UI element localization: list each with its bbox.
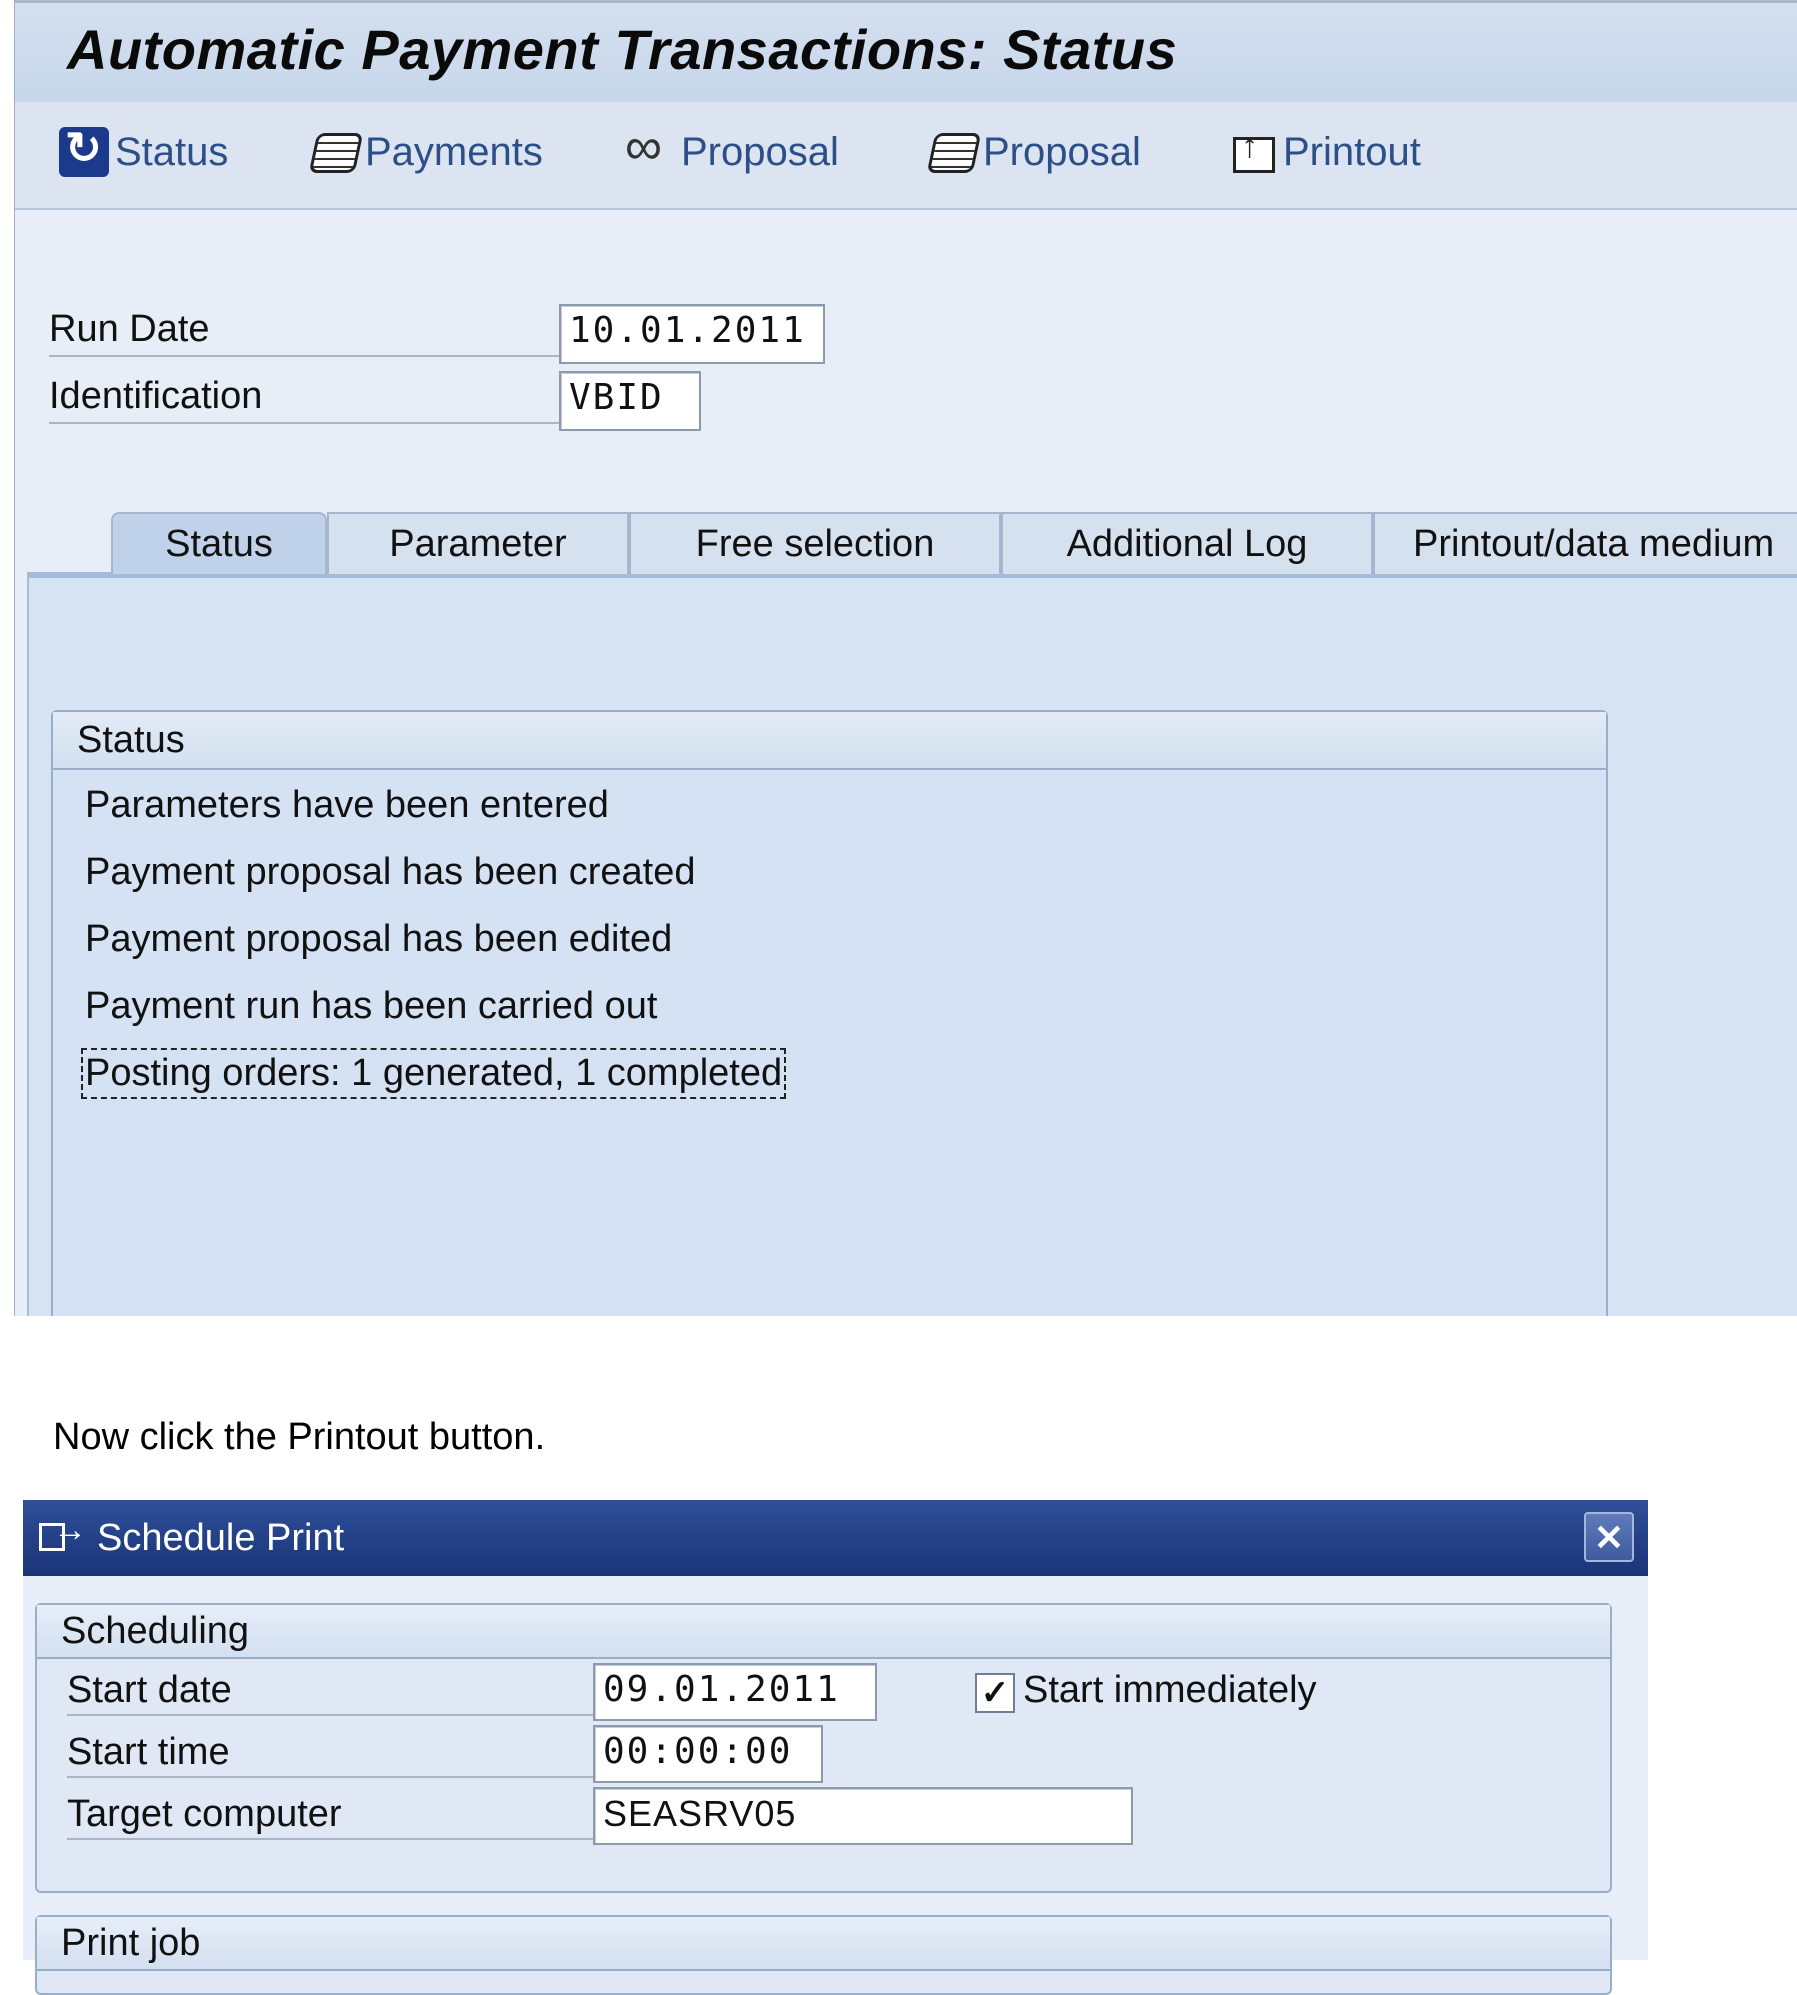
status-line-proposal-edited: Payment proposal has been edited [85,918,673,960]
tab-strip: Status Parameter Free selection Addition… [27,512,1797,582]
target-computer-label: Target computer [67,1793,607,1840]
application-toolbar: Status Payments Proposal Proposal Printo… [15,102,1797,210]
title-bar: Automatic Payment Transactions: Status [15,0,1797,106]
status-group-box: Status Parameters have been entered Paym… [51,710,1608,1316]
printout-button-label: Printout [1283,129,1421,174]
tab-free-selection[interactable]: Free selection [629,512,1001,574]
glasses-icon [625,117,675,177]
target-computer-field[interactable]: SEASRV05 [593,1787,1133,1845]
start-immediately-label: Start immediately [1023,1669,1317,1711]
run-date-label: Run Date [49,308,579,357]
run-date-field[interactable]: 10.01.2011 [559,304,825,364]
printout-button[interactable]: Printout [1227,122,1421,182]
start-immediately-checkbox[interactable]: ✓ [975,1673,1015,1713]
payments-button[interactable]: Payments [309,122,543,182]
start-time-label: Start time [67,1731,607,1778]
status-line-run-carried-out: Payment run has been carried out [85,985,658,1027]
dialog-title-bar: Schedule Print ✕ [23,1500,1648,1576]
payments-button-label: Payments [365,129,543,174]
status-button-label: Status [115,129,229,174]
identification-label: Identification [49,375,579,424]
sap-main-screen: Automatic Payment Transactions: Status S… [14,0,1797,1316]
close-button[interactable]: ✕ [1584,1512,1634,1562]
status-line-proposal-created: Payment proposal has been created [85,851,696,893]
print-job-group-box: Print job [35,1915,1612,1995]
start-time-field[interactable]: 00:00:00 [593,1725,823,1783]
dialog-window-icon [39,1511,87,1555]
schedule-print-dialog: Schedule Print ✕ Scheduling Start date 0… [23,1500,1648,1995]
display-proposal-label: Proposal [681,129,839,174]
refresh-icon [59,123,109,177]
print-job-group-title: Print job [37,1917,1610,1971]
start-date-field[interactable]: 09.01.2011 [593,1663,877,1721]
instruction-text: Now click the Printout button. [53,1416,546,1458]
edit-proposal-button[interactable]: Proposal [927,122,1141,182]
status-line-posting-orders[interactable]: Posting orders: 1 generated, 1 completed [80,1048,787,1099]
page-title: Automatic Payment Transactions: Status [67,18,1178,81]
display-proposal-button[interactable]: Proposal [625,117,839,182]
scheduling-group-box: Scheduling Start date 09.01.2011 ✓ Start… [35,1603,1612,1893]
start-date-label: Start date [67,1669,607,1716]
scroll-icon [927,127,977,177]
scroll-icon [309,127,359,177]
edit-proposal-label: Proposal [983,129,1141,174]
print-icon [1227,127,1277,177]
status-button[interactable]: Status [59,122,228,182]
tab-additional-log[interactable]: Additional Log [1001,512,1373,574]
tab-printout-data-medium[interactable]: Printout/data medium [1373,512,1797,574]
identification-field[interactable]: VBID [559,371,701,431]
dialog-title: Schedule Print [97,1516,345,1559]
tab-parameter[interactable]: Parameter [327,512,629,574]
status-line-parameters: Parameters have been entered [85,784,609,826]
status-group-title: Status [53,712,1606,770]
scheduling-group-title: Scheduling [37,1605,1610,1659]
tab-status[interactable]: Status [111,512,327,574]
